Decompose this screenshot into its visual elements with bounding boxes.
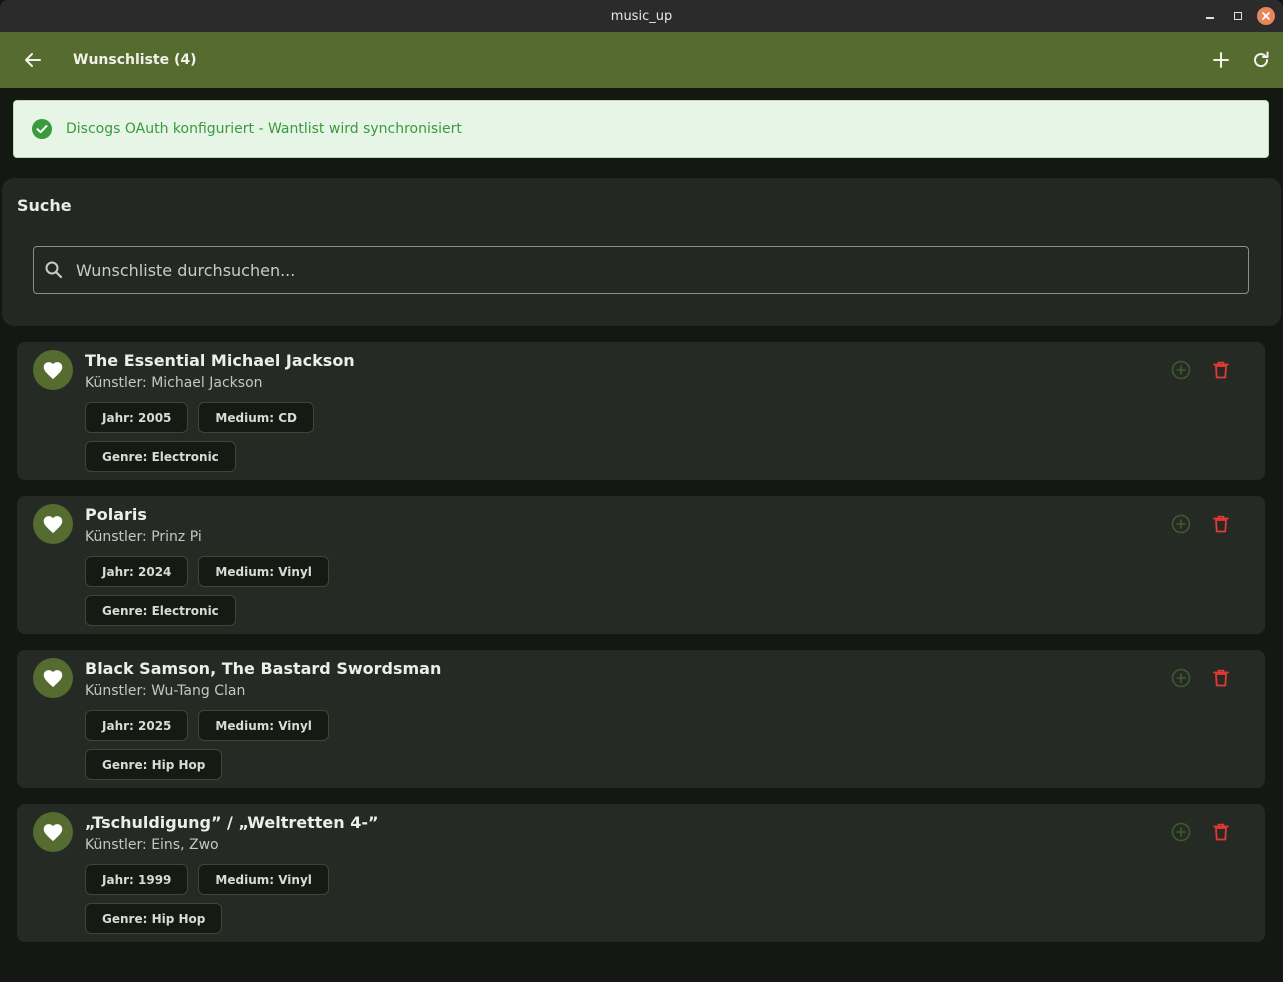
avatar xyxy=(33,658,73,698)
year-chip: Jahr: 2025 xyxy=(85,710,189,741)
avatar xyxy=(33,812,73,852)
record-chips: Jahr: 1999 Medium: Vinyl Genre: Hip Hop xyxy=(85,864,485,942)
page-title: Wunschliste (4) xyxy=(73,52,197,68)
medium-chip: Medium: CD xyxy=(198,402,314,433)
add-circle-icon xyxy=(1171,822,1191,842)
heart-icon xyxy=(43,670,63,688)
add-to-collection-button[interactable] xyxy=(1169,358,1193,382)
search-icon xyxy=(45,261,63,279)
add-circle-icon xyxy=(1171,360,1191,380)
genre-chip: Genre: Hip Hop xyxy=(85,903,223,934)
list-item[interactable]: Polaris Künstler: Prinz Pi Jahr: 2024 Me… xyxy=(17,496,1265,634)
app-window: music_up Wunschliste (4) Discogs OAuth k… xyxy=(0,0,1283,982)
record-title: The Essential Michael Jackson xyxy=(85,351,355,370)
close-window-button[interactable] xyxy=(1257,7,1275,25)
appbar-actions xyxy=(1209,32,1273,88)
record-title: Black Samson, The Bastard Swordsman xyxy=(85,659,442,678)
maximize-button[interactable] xyxy=(1229,7,1247,25)
year-chip: Jahr: 2024 xyxy=(85,556,189,587)
add-circle-icon xyxy=(1171,668,1191,688)
year-chip: Jahr: 1999 xyxy=(85,864,189,895)
search-field[interactable] xyxy=(33,246,1249,294)
record-title: Polaris xyxy=(85,505,147,524)
search-input[interactable] xyxy=(76,260,1176,280)
record-artist: Künstler: Wu-Tang Clan xyxy=(85,683,246,699)
heart-icon xyxy=(43,362,63,380)
trash-icon xyxy=(1213,823,1229,841)
record-artist: Künstler: Michael Jackson xyxy=(85,375,263,391)
minimize-icon xyxy=(1206,17,1214,19)
trash-icon xyxy=(1213,515,1229,533)
heart-icon xyxy=(43,824,63,842)
trash-icon xyxy=(1213,669,1229,687)
genre-chip: Genre: Electronic xyxy=(85,441,236,472)
refresh-icon xyxy=(1254,51,1269,68)
status-message: Discogs OAuth konfiguriert - Wantlist wi… xyxy=(66,121,462,137)
genre-chip: Genre: Electronic xyxy=(85,595,236,626)
minimize-button[interactable] xyxy=(1201,7,1219,25)
add-circle-icon xyxy=(1171,514,1191,534)
medium-chip: Medium: Vinyl xyxy=(198,710,329,741)
list-item[interactable]: „Tschuldigung” / „Weltretten 4-” Künstle… xyxy=(17,804,1265,942)
search-card: Suche xyxy=(2,178,1281,326)
list-item[interactable]: The Essential Michael Jackson Künstler: … xyxy=(17,342,1265,480)
medium-chip: Medium: Vinyl xyxy=(198,556,329,587)
delete-button[interactable] xyxy=(1209,820,1233,844)
add-button[interactable] xyxy=(1209,48,1233,72)
delete-button[interactable] xyxy=(1209,512,1233,536)
refresh-button[interactable] xyxy=(1249,48,1273,72)
list-item[interactable]: Black Samson, The Bastard Swordsman Küns… xyxy=(17,650,1265,788)
search-label: Suche xyxy=(17,196,72,215)
arrow-back-icon xyxy=(25,53,41,67)
genre-chip: Genre: Hip Hop xyxy=(85,749,223,780)
record-chips: Jahr: 2025 Medium: Vinyl Genre: Hip Hop xyxy=(85,710,485,788)
heart-icon xyxy=(43,516,63,534)
plus-icon xyxy=(1213,52,1229,68)
avatar xyxy=(33,350,73,390)
window-titlebar[interactable]: music_up xyxy=(0,0,1283,32)
add-to-collection-button[interactable] xyxy=(1169,820,1193,844)
wishlist: The Essential Michael Jackson Künstler: … xyxy=(17,342,1265,958)
avatar xyxy=(33,504,73,544)
window-controls xyxy=(1201,0,1275,32)
close-icon xyxy=(1262,12,1270,20)
record-chips: Jahr: 2005 Medium: CD Genre: Electronic xyxy=(85,402,485,480)
trash-icon xyxy=(1213,361,1229,379)
maximize-icon xyxy=(1234,12,1242,20)
add-to-collection-button[interactable] xyxy=(1169,666,1193,690)
delete-button[interactable] xyxy=(1209,666,1233,690)
window-title: music_up xyxy=(610,8,673,24)
add-to-collection-button[interactable] xyxy=(1169,512,1193,536)
record-chips: Jahr: 2024 Medium: Vinyl Genre: Electron… xyxy=(85,556,485,634)
check-circle-icon xyxy=(32,119,52,139)
medium-chip: Medium: Vinyl xyxy=(198,864,329,895)
app-bar: Wunschliste (4) xyxy=(0,32,1283,88)
record-artist: Künstler: Prinz Pi xyxy=(85,529,202,545)
year-chip: Jahr: 2005 xyxy=(85,402,189,433)
record-title: „Tschuldigung” / „Weltretten 4-” xyxy=(85,813,379,832)
back-button[interactable] xyxy=(16,43,50,77)
status-banner: Discogs OAuth konfiguriert - Wantlist wi… xyxy=(13,100,1269,158)
record-artist: Künstler: Eins, Zwo xyxy=(85,837,219,853)
delete-button[interactable] xyxy=(1209,358,1233,382)
